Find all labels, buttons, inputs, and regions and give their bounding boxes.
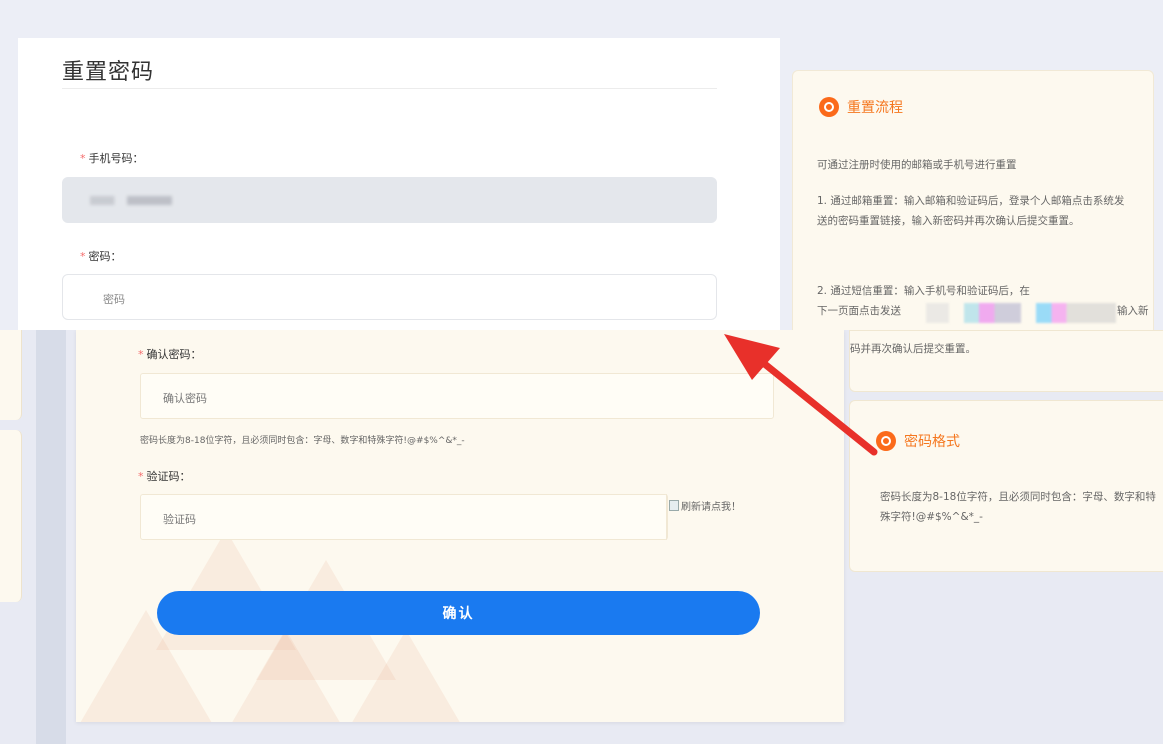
- confirm-password-input[interactable]: 确认密码: [140, 373, 774, 419]
- reset-process-card: 重置流程 可通过注册时使用的邮箱或手机号进行重置 1. 通过邮箱重置：输入邮箱和…: [792, 70, 1154, 330]
- code-label: * 验证码：: [138, 470, 191, 483]
- code-input[interactable]: 验证码: [140, 494, 668, 540]
- process-step2-line1: 2. 通过短信重置：输入手机号和验证码后，在: [817, 285, 1030, 297]
- reset-process-card-tail: 码并再次确认后提交重置。: [849, 330, 1163, 392]
- left-panel-edge-2: [0, 430, 22, 602]
- title-divider: [62, 88, 717, 89]
- format-text: 密码长度为8-18位字符，且必须同时包含：字母、数字和特殊字符!@#$%^&*_…: [880, 491, 1156, 523]
- confirm-button[interactable]: 确认: [157, 591, 760, 635]
- page-title: 重置密码: [62, 60, 155, 85]
- process-step2-line2-end: 输入新: [1117, 305, 1149, 317]
- format-heading: 密码格式: [876, 431, 960, 451]
- redacted-text: [926, 303, 1116, 323]
- process-heading: 重置流程: [819, 97, 903, 117]
- process-step1: 1. 通过邮箱重置：输入邮箱和验证码后，登录个人邮箱点击系统发送的密码重置链接，…: [817, 195, 1125, 227]
- decor-triangle: [216, 630, 356, 722]
- left-panel-edge: [0, 330, 22, 420]
- phone-field[interactable]: [62, 177, 717, 223]
- password-hint: 密码长度为8-18位字符，且必须同时包含：字母、数字和特殊字符!@#$%^&*_…: [140, 436, 465, 446]
- top-screenshot-layer: 重置密码 * 手机号码： * 密码： 密码 重置流程 可通过注册时使用的邮箱或手机号…: [0, 0, 1163, 330]
- format-icon: [876, 431, 896, 451]
- process-intro: 可通过注册时使用的邮箱或手机号进行重置: [817, 159, 1017, 171]
- password-label: * 密码：: [80, 250, 122, 263]
- confirm-password-label: * 确认密码：: [138, 348, 202, 361]
- process-step2-line2-start: 下一页面点击发送: [817, 305, 901, 317]
- broken-image-icon: [669, 500, 679, 511]
- process-step2-tail: 码并再次确认后提交重置。: [850, 343, 976, 355]
- phone-redacted-value: [90, 196, 172, 205]
- captcha-image[interactable]: 刷新请点我！: [666, 494, 774, 540]
- password-input[interactable]: 密码: [62, 274, 717, 320]
- process-icon: [819, 97, 839, 117]
- decor-triangle: [336, 630, 476, 722]
- password-format-card: 密码格式 密码长度为8-18位字符，且必须同时包含：字母、数字和特殊字符!@#$…: [849, 400, 1163, 572]
- phone-label: * 手机号码：: [80, 152, 144, 165]
- bottom-screenshot-layer: * 确认密码： 确认密码 密码长度为8-18位字符，且必须同时包含：字母、数字和特…: [0, 330, 1163, 744]
- background-strip: [36, 330, 66, 744]
